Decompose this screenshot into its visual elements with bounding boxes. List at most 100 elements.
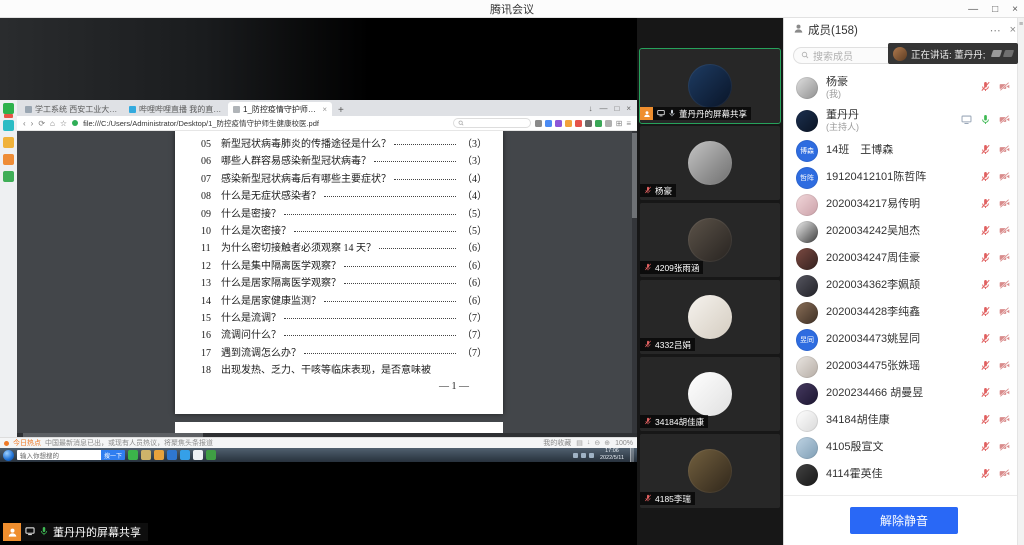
member-row[interactable]: 2020034362李姵颉 <box>784 272 1024 299</box>
dock-app-5-icon[interactable] <box>3 171 14 182</box>
minimize-icon[interactable]: — <box>599 104 607 113</box>
taskbar-app-icon[interactable] <box>193 450 203 460</box>
dock-app-4-icon[interactable] <box>3 154 14 165</box>
extension-icon[interactable] <box>605 120 612 127</box>
video-thumbnail[interactable]: 34184胡佳康 <box>640 357 780 431</box>
member-row[interactable]: 2020034247周佳豪 <box>784 245 1024 272</box>
member-row[interactable]: 博森14班 王博森 <box>784 137 1024 164</box>
home-icon[interactable]: ⌂ <box>50 119 55 128</box>
taskbar-app-icon[interactable] <box>206 450 216 460</box>
close-icon[interactable]: × <box>1012 4 1018 15</box>
member-row[interactable]: 董丹丹(主持人) <box>784 104 1024 137</box>
minimize-icon[interactable]: — <box>968 4 978 15</box>
member-status-icons <box>980 331 1010 349</box>
show-desktop-button[interactable] <box>630 448 634 462</box>
favorite-icon[interactable]: ☆ <box>60 119 67 128</box>
download-icon[interactable]: ↓ <box>588 104 592 113</box>
start-button[interactable] <box>3 450 14 461</box>
avatar <box>688 218 732 262</box>
dock-app-3-icon[interactable] <box>3 137 14 148</box>
dock-app-1-icon[interactable] <box>3 103 14 114</box>
avatar <box>796 275 818 297</box>
member-row[interactable]: 4114霍英佳 <box>784 461 1024 488</box>
hotspot-label[interactable]: 今日热点 <box>13 438 41 448</box>
collapse-menu-icon[interactable]: ≡ <box>1019 21 1023 28</box>
mic-muted-icon <box>980 79 991 97</box>
zoom-out-icon[interactable]: ⊖ <box>594 439 600 447</box>
unmute-button[interactable]: 解除静音 <box>850 507 958 534</box>
taskbar-search-button[interactable]: 搜一下 <box>101 450 125 460</box>
taskbar-app-icon[interactable] <box>154 450 164 460</box>
toc-row: 17遇到流调怎么办？（7） <box>201 344 487 361</box>
url-field[interactable]: file:///C:/Users/Administrator/Desktop/1… <box>83 118 319 129</box>
extension-icon[interactable] <box>575 120 582 127</box>
extension-icon[interactable] <box>565 120 572 127</box>
extension-icon[interactable] <box>545 120 552 127</box>
download-icon[interactable]: ↓ <box>587 439 591 447</box>
menu-icon[interactable]: ≡ <box>626 119 631 128</box>
more-icon[interactable]: ⋯ <box>990 24 1001 37</box>
panel-icon[interactable]: ▤ <box>576 439 583 447</box>
forward-icon[interactable]: › <box>31 119 34 128</box>
video-thumbnail[interactable]: 杨豪 <box>640 126 780 200</box>
thumbnail-label-row: 34184胡佳康 <box>640 415 708 428</box>
panel-side-strip[interactable]: ≡ <box>1017 18 1024 545</box>
camera-off-icon <box>999 79 1010 97</box>
new-tab-button[interactable]: + <box>332 105 350 116</box>
taskbar-app-icon[interactable] <box>167 450 177 460</box>
close-icon[interactable]: × <box>626 104 631 113</box>
taskbar-app-icon[interactable] <box>141 450 151 460</box>
mic-muted-icon <box>980 439 991 457</box>
taskbar-app-icon[interactable] <box>128 450 138 460</box>
tray-icon[interactable] <box>589 453 594 458</box>
video-thumbnail[interactable]: 董丹丹的屏幕共享 <box>640 49 780 123</box>
avatar <box>796 77 818 99</box>
back-icon[interactable]: ‹ <box>23 119 26 128</box>
browser-tab-2[interactable]: 哔哩哔哩直播 我的直播间… <box>124 102 228 116</box>
tab-favicon <box>129 106 136 113</box>
zoom-in-icon[interactable]: ⊕ <box>604 439 610 447</box>
extension-icon[interactable] <box>535 120 542 127</box>
member-row[interactable]: 哲阵19120412101陈哲阵 <box>784 164 1024 191</box>
camera-off-icon <box>999 223 1010 241</box>
extension-icon[interactable] <box>585 120 592 127</box>
member-row[interactable]: 4105殷宣文 <box>784 434 1024 461</box>
member-row[interactable]: 2020034475张姝瑶 <box>784 353 1024 380</box>
member-name: 董丹丹 <box>826 109 859 122</box>
member-row[interactable]: 34184胡佳康 <box>784 407 1024 434</box>
browser-tab-3[interactable]: 1_防控疫情守护师生健康校医.pdf× <box>228 102 332 116</box>
member-panel-footer: 解除静音 <box>784 495 1024 545</box>
mic-muted-icon <box>980 169 991 187</box>
member-row[interactable]: 2020034242吴旭杰 <box>784 218 1024 245</box>
refresh-icon[interactable]: ⟳ <box>38 119 45 128</box>
taskbar-clock[interactable]: 17:06 2022/5/11 <box>597 448 627 462</box>
system-tray: 17:06 2022/5/11 <box>573 448 634 462</box>
member-row[interactable]: 昱同2020034473姚昱同 <box>784 326 1024 353</box>
taskbar-search-input[interactable]: 输入你想搜的 <box>17 450 101 460</box>
video-thumbnail[interactable]: 4209张雨涵 <box>640 203 780 277</box>
member-row[interactable]: 2020034217易传明 <box>784 191 1024 218</box>
thumbnail-label: 董丹丹的屏幕共享 <box>679 108 747 120</box>
tab-close-icon[interactable]: × <box>322 105 327 114</box>
mic-muted-icon <box>644 186 652 196</box>
close-panel-icon[interactable]: × <box>1010 24 1016 36</box>
member-row[interactable]: 2020034428李纯鑫 <box>784 299 1024 326</box>
taskbar-app-icon[interactable] <box>180 450 190 460</box>
member-row[interactable]: 2020234466 胡曼昱 <box>784 380 1024 407</box>
maximize-icon[interactable]: □ <box>614 104 619 113</box>
extension-icon[interactable] <box>555 120 562 127</box>
tray-icon[interactable] <box>581 453 586 458</box>
extension-icon[interactable] <box>595 120 602 127</box>
video-thumbnail[interactable]: 4185李瑞 <box>640 434 780 508</box>
tray-icon[interactable] <box>573 453 578 458</box>
browser-tab-1[interactable]: 学工系统 西安工业大学学生中心 <box>20 102 124 116</box>
quick-search-chip[interactable] <box>453 118 531 128</box>
favorites-label[interactable]: 我的收藏 <box>543 438 571 448</box>
news-ticker[interactable]: 中国最新消息已出，或现有人员热议，将聚焦头条报道 <box>45 438 539 448</box>
maximize-icon[interactable]: □ <box>992 4 998 15</box>
member-row[interactable]: 杨豪(我) <box>784 71 1024 104</box>
apps-grid-icon[interactable]: ⊞ <box>616 119 623 128</box>
dock-app-2-icon[interactable] <box>3 120 14 131</box>
video-thumbnail[interactable]: 4332吕娟 <box>640 280 780 354</box>
thumbnail-label: 杨豪 <box>655 185 672 197</box>
